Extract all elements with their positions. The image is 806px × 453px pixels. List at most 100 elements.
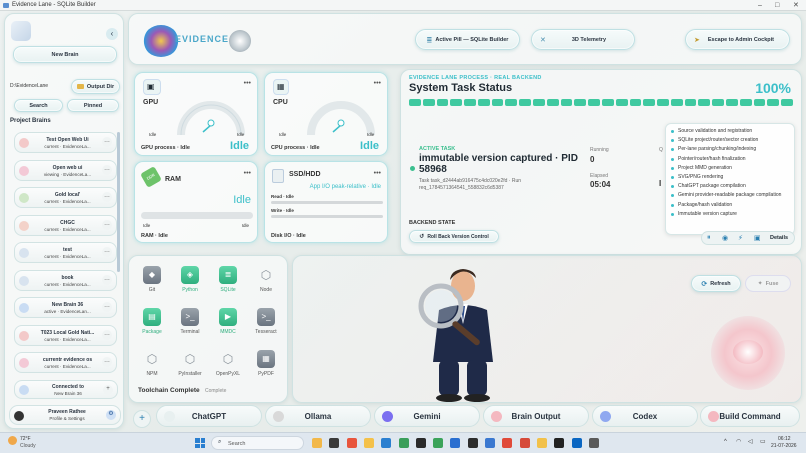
taskbar-app-icon[interactable]: [398, 438, 409, 448]
taskbar-app-icon[interactable]: [346, 438, 357, 448]
progress-segment: [409, 99, 421, 106]
tesseract-tool-icon[interactable]: >_: [257, 308, 275, 326]
sqlite-tool-icon[interactable]: ≣: [219, 266, 237, 284]
taskbar-app-icon[interactable]: [329, 438, 340, 448]
taskbar-app-icon[interactable]: [554, 438, 565, 448]
taskbar-app-icon[interactable]: [415, 438, 426, 448]
search-button[interactable]: Search: [14, 99, 63, 112]
codex-button[interactable]: Codex: [592, 405, 698, 427]
pyinstaller-tool-icon[interactable]: ⬡: [181, 350, 199, 368]
logo-text: EVIDENCE: [175, 34, 230, 44]
brain-item-title: currentr evidence os: [42, 357, 93, 363]
sidebar-brain-item[interactable]: T023 Local Gold Nati... current · Evidenc…: [14, 324, 117, 346]
minimize-button[interactable]: –: [758, 0, 762, 11]
taskbar-app-icon[interactable]: [485, 438, 495, 448]
maximize-button[interactable]: □: [775, 0, 779, 11]
taskbar-app-icon[interactable]: [450, 438, 461, 448]
sidebar-brain-item[interactable]: Test Open Web Ui current · EvidenceLa...…: [14, 132, 117, 153]
chevron-up-icon[interactable]: ^: [724, 439, 727, 445]
output-dir-label: Output Dir: [86, 83, 115, 90]
add-button[interactable]: +: [133, 410, 151, 428]
brain-item-menu-button[interactable]: …: [102, 329, 112, 340]
rollback-button[interactable]: ↺ Roll Back Version Control: [409, 230, 499, 243]
sidebar-scrollbar[interactable]: [117, 132, 120, 272]
panel-icon[interactable]: ▣: [754, 234, 761, 242]
escape-admin-button[interactable]: ➤ Escape to Admin Cockpit: [685, 29, 790, 50]
openpyxl-tool-icon[interactable]: ⬡: [219, 350, 237, 368]
taskbar-app-icon[interactable]: [502, 438, 513, 448]
python-tool-icon[interactable]: ◈: [181, 266, 199, 284]
gear-icon[interactable]: ⚙: [106, 410, 116, 420]
build-command-button[interactable]: Build Command: [700, 405, 800, 427]
brain-item-menu-button[interactable]: …: [102, 247, 112, 257]
escape-admin-label: Escape to Admin Cockpit: [707, 36, 774, 43]
brain-item-menu-button[interactable]: …: [102, 164, 112, 175]
ollama-button[interactable]: Ollama: [265, 405, 371, 427]
brain-item-menu-button[interactable]: …: [102, 219, 112, 230]
ram-menu-button[interactable]: •••: [244, 170, 251, 177]
connection-add-button[interactable]: +: [103, 385, 113, 395]
mmdc-tool-icon[interactable]: ▶: [219, 308, 237, 326]
volume-icon[interactable]: ◁: [748, 438, 753, 445]
sidebar-brain-item[interactable]: Open web ui viewing · EvidenceLa...…: [14, 159, 117, 181]
pause-icon[interactable]: ⏸: [707, 234, 711, 242]
battery-icon[interactable]: ▭: [760, 438, 766, 445]
taskbar-app-icon[interactable]: [381, 438, 392, 448]
progress-segment: [560, 99, 573, 106]
brain-output-button[interactable]: Brain Output: [483, 405, 589, 427]
gemini-button[interactable]: Gemini: [374, 405, 480, 427]
brain-item-subtitle: current · EvidenceLa...: [44, 336, 91, 342]
output-dir-button[interactable]: Output Dir: [71, 79, 120, 94]
taskbar-app-icon[interactable]: [467, 438, 478, 448]
package-tool-icon[interactable]: ▤: [143, 308, 161, 326]
sidebar-brain-item[interactable]: book current · EvidenceLa...…: [14, 269, 117, 291]
wifi-icon[interactable]: ◠: [736, 438, 741, 445]
git-tool-icon[interactable]: ◆: [143, 266, 161, 284]
brain-item-menu-button[interactable]: …: [102, 274, 112, 285]
close-button[interactable]: ✕: [793, 0, 799, 11]
active-pill-button[interactable]: ≣ Active Pill — SQLite Builder: [415, 29, 520, 50]
connection-status: Connected to New Brain 36 +: [14, 380, 118, 399]
taskbar-app-icon[interactable]: [588, 438, 599, 448]
disk-menu-button[interactable]: •••: [374, 170, 381, 177]
refresh-button[interactable]: ⟳ Refresh: [691, 275, 741, 292]
node-tool-icon[interactable]: ⬡: [257, 266, 275, 284]
sidebar-brain-item[interactable]: Gold local' current · EvidenceLa...…: [14, 187, 117, 208]
taskbar-app-icon[interactable]: [312, 438, 322, 448]
collapse-sidebar-button[interactable]: ‹: [106, 28, 118, 40]
taskbar-search[interactable]: ⌕ Search: [211, 436, 304, 450]
bolt-icon[interactable]: ⚡: [738, 234, 743, 242]
user-sub: Profile & Settings: [49, 416, 85, 421]
brain-item-menu-button[interactable]: …: [102, 192, 112, 202]
pypdf-tool-icon[interactable]: ▦: [257, 350, 275, 368]
taskbar-app-icon[interactable]: [519, 438, 530, 448]
eye-icon[interactable]: ◉: [722, 234, 728, 242]
tool-label: Git: [148, 287, 156, 293]
pinned-button[interactable]: Pinned: [67, 99, 119, 112]
brain-item-menu-button[interactable]: …: [102, 357, 112, 367]
windows-start-icon[interactable]: [195, 438, 205, 448]
sidebar-brain-item[interactable]: CHGC current · EvidenceLa...…: [14, 214, 117, 236]
terminal-tool-icon[interactable]: >_: [181, 308, 199, 326]
brain-orb-icon[interactable]: [711, 316, 785, 390]
user-profile[interactable]: Praveen Rathee Profile & Settings ⚙: [9, 405, 121, 425]
taskbar-app-icon[interactable]: [536, 438, 547, 448]
details-button[interactable]: Details: [770, 235, 788, 241]
telemetry-button[interactable]: ✕ 3D Telemetry: [531, 29, 635, 50]
brain-item-title: test: [63, 247, 72, 253]
new-brain-button[interactable]: New Brain: [13, 46, 117, 63]
sidebar-brain-item[interactable]: test current · EvidenceLa...…: [14, 242, 117, 263]
taskbar-app-icon[interactable]: [363, 438, 374, 448]
chatgpt-button[interactable]: ChatGPT: [156, 405, 262, 427]
sidebar-brain-item[interactable]: currentr evidence os current · EvidenceLa…: [14, 352, 117, 373]
checklist-item: Gemini provider-readable package compila…: [669, 192, 791, 201]
header-bar: EVIDENCE ≣ Active Pill — SQLite Builder …: [128, 13, 802, 65]
sidebar-brain-item[interactable]: New Brain 36 active · EvidenceLan...…: [14, 297, 117, 318]
taskbar-app-icon[interactable]: [571, 438, 582, 448]
brain-item-menu-button[interactable]: …: [102, 137, 112, 147]
fuse-button[interactable]: ✦ Fuse: [745, 275, 791, 292]
npm-tool-icon[interactable]: ⬡: [143, 350, 161, 368]
brain-item-menu-button[interactable]: …: [102, 302, 112, 312]
taskbar-app-icon[interactable]: [433, 438, 444, 448]
disk-read-label: Read · Idle: [271, 194, 294, 199]
